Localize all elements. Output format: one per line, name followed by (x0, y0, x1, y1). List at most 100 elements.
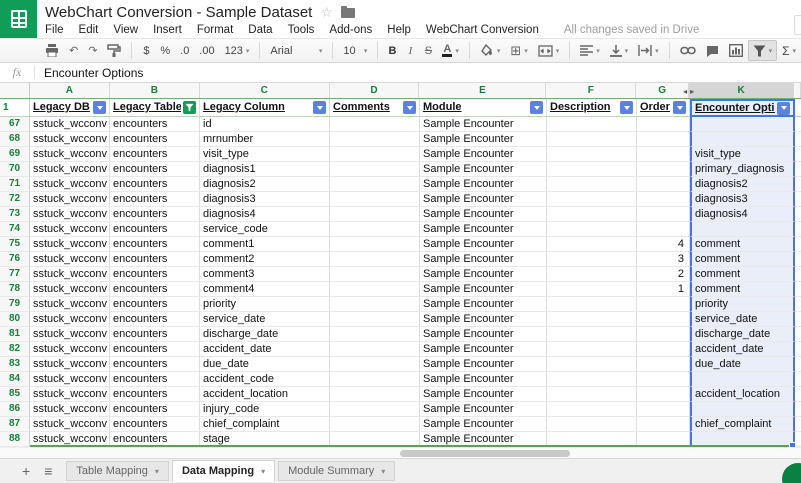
cell-legacy-db[interactable]: sstuck_wcconv (30, 372, 110, 387)
tab-data-mapping[interactable]: Data Mapping▾ (172, 460, 275, 482)
cell-encounter-options[interactable]: diagnosis4 (690, 207, 795, 222)
cell-encounter-options[interactable]: comment (690, 267, 795, 282)
cell-comments[interactable] (330, 327, 420, 342)
borders-button[interactable]: ⊞▾ (505, 40, 532, 61)
chevron-down-icon[interactable]: ▾ (155, 467, 159, 476)
cell-module[interactable]: Sample Encounter (420, 327, 547, 342)
filter-dropdown-icon[interactable] (93, 101, 106, 114)
header-cell-K[interactable]: Encounter Options (690, 99, 795, 117)
filter-dropdown-icon[interactable] (777, 102, 790, 115)
cell-comments[interactable] (330, 237, 420, 252)
cell-legacy-column[interactable]: injury_code (200, 402, 330, 417)
cell-comments[interactable] (330, 297, 420, 312)
filter-dropdown-icon[interactable] (313, 101, 326, 114)
cell-legacy-column[interactable]: accident_location (200, 387, 330, 402)
format-currency-button[interactable]: $ (137, 40, 155, 61)
filter-dropdown-icon[interactable] (620, 101, 633, 114)
cell-description[interactable] (547, 252, 637, 267)
cell-legacy-db[interactable]: sstuck_wcconv (30, 192, 110, 207)
cell-encounter-options[interactable] (690, 222, 795, 237)
cell-description[interactable] (547, 372, 637, 387)
print-button[interactable] (40, 40, 64, 61)
cell-module[interactable]: Sample Encounter (420, 192, 547, 207)
cell-legacy-table[interactable]: encounters (110, 162, 200, 177)
strikethrough-button[interactable]: S (419, 40, 437, 61)
column-header-F[interactable]: F (546, 83, 636, 98)
menu-item-view[interactable]: View (113, 24, 138, 36)
cell-comments[interactable] (330, 357, 420, 372)
cell-order[interactable] (637, 192, 690, 207)
cell-module[interactable]: Sample Encounter (420, 297, 547, 312)
cell-legacy-db[interactable]: sstuck_wcconv (30, 177, 110, 192)
cell-module[interactable]: Sample Encounter (420, 207, 547, 222)
column-header-G[interactable]: G◂ (636, 83, 689, 98)
cell-legacy-table[interactable]: encounters (110, 417, 200, 432)
cell-legacy-column[interactable]: comment2 (200, 252, 330, 267)
cell-order[interactable]: 4 (637, 237, 690, 252)
cell-legacy-column[interactable]: diagnosis2 (200, 177, 330, 192)
cell-legacy-column[interactable]: comment3 (200, 267, 330, 282)
filter-button[interactable]: ▾ (748, 40, 777, 61)
row-number-77[interactable]: 77 (0, 267, 30, 282)
row-number-80[interactable]: 80 (0, 312, 30, 327)
cell-module[interactable]: Sample Encounter (420, 357, 547, 372)
cell-legacy-column[interactable]: diagnosis3 (200, 192, 330, 207)
cell-encounter-options[interactable]: due_date (690, 357, 795, 372)
cell-comments[interactable] (330, 177, 420, 192)
header-cell-E[interactable]: Module (420, 99, 547, 117)
cell-order[interactable] (637, 417, 690, 432)
cell-description[interactable] (547, 312, 637, 327)
menu-item-edit[interactable]: Edit (79, 24, 99, 36)
row-number-85[interactable]: 85 (0, 387, 30, 402)
cell-description[interactable] (547, 282, 637, 297)
folder-icon[interactable] (341, 8, 355, 18)
cell-encounter-options[interactable]: discharge_date (690, 327, 795, 342)
cell-description[interactable] (547, 402, 637, 417)
more-formats-button[interactable]: 123▾ (220, 40, 255, 61)
cell-order[interactable] (637, 387, 690, 402)
cell-description[interactable] (547, 162, 637, 177)
cell-comments[interactable] (330, 372, 420, 387)
cell-module[interactable]: Sample Encounter (420, 162, 547, 177)
row-number-87[interactable]: 87 (0, 417, 30, 432)
cell-module[interactable]: Sample Encounter (420, 177, 547, 192)
cell-module[interactable]: Sample Encounter (420, 222, 547, 237)
cell-legacy-column[interactable]: visit_type (200, 147, 330, 162)
cell-comments[interactable] (330, 402, 420, 417)
tab-table-mapping[interactable]: Table Mapping▾ (66, 461, 169, 481)
cell-description[interactable] (547, 357, 637, 372)
cell-legacy-column[interactable]: comment4 (200, 282, 330, 297)
text-color-button[interactable]: A▾ (437, 40, 463, 61)
hidden-columns-left-icon[interactable]: ◂ (683, 84, 687, 98)
cell-encounter-options[interactable] (690, 372, 795, 387)
header-cell-D[interactable]: Comments (330, 99, 420, 117)
filter-dropdown-icon[interactable] (673, 101, 686, 114)
cell-legacy-db[interactable]: sstuck_wcconv (30, 237, 110, 252)
cell-legacy-db[interactable]: sstuck_wcconv (30, 132, 110, 147)
cell-legacy-table[interactable]: encounters (110, 252, 200, 267)
cell-legacy-table[interactable]: encounters (110, 237, 200, 252)
cell-legacy-column[interactable]: diagnosis4 (200, 207, 330, 222)
cell-module[interactable]: Sample Encounter (420, 267, 547, 282)
cell-comments[interactable] (330, 267, 420, 282)
menu-item-file[interactable]: File (45, 24, 64, 36)
cell-comments[interactable] (330, 312, 420, 327)
cell-legacy-db[interactable]: sstuck_wcconv (30, 147, 110, 162)
cell-comments[interactable] (330, 207, 420, 222)
cell-comments[interactable] (330, 417, 420, 432)
cell-order[interactable]: 1 (637, 282, 690, 297)
cell-description[interactable] (547, 387, 637, 402)
menu-item-format[interactable]: Format (197, 24, 233, 36)
cell-legacy-column[interactable]: due_date (200, 357, 330, 372)
insert-link-button[interactable] (675, 40, 701, 61)
cell-order[interactable] (637, 222, 690, 237)
cell-comments[interactable] (330, 132, 420, 147)
cell-module[interactable]: Sample Encounter (420, 417, 547, 432)
cell-encounter-options[interactable] (690, 132, 795, 147)
cell-encounter-options[interactable]: comment (690, 252, 795, 267)
cell-description[interactable] (547, 267, 637, 282)
cell-legacy-column[interactable]: discharge_date (200, 327, 330, 342)
cell-order[interactable] (637, 312, 690, 327)
row-number-72[interactable]: 72 (0, 192, 30, 207)
merge-cells-button[interactable]: ▾ (533, 40, 564, 61)
